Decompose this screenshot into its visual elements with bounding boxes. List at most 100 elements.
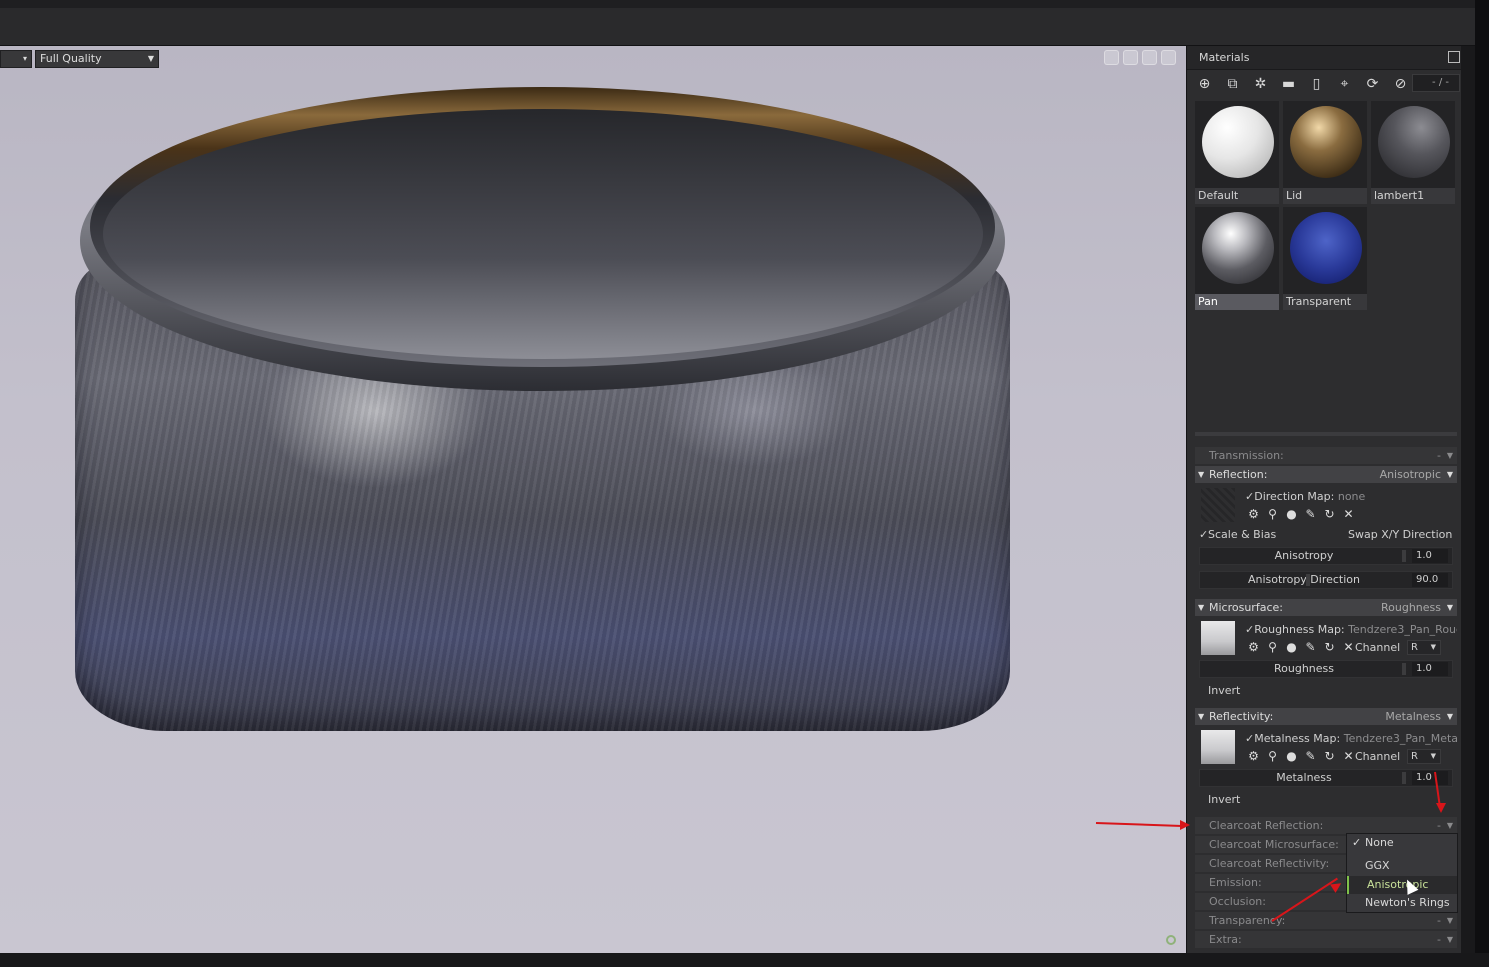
slider-value[interactable]: 90.0 [1412, 573, 1448, 587]
3d-viewport[interactable]: ▾ Full Quality ▼ [0, 46, 1186, 953]
channel-label: Channel [1355, 750, 1401, 763]
check-icon[interactable]: ✓ [1245, 490, 1254, 503]
scale-bias-checkbox[interactable]: ✓Scale & Bias [1199, 528, 1276, 541]
metalness-map-thumbnail[interactable] [1201, 730, 1235, 764]
swap-xy-checkbox[interactable]: Swap X/Y Direction [1339, 528, 1452, 541]
menu-item-none[interactable]: ✓ None [1347, 834, 1457, 852]
popout-icon[interactable] [1448, 51, 1460, 63]
panel-splitter[interactable] [1195, 432, 1457, 436]
expand-triangle-icon: ▼ [1198, 470, 1205, 479]
export-icon[interactable]: ⊘ [1391, 76, 1410, 92]
material-name: Transparent [1283, 294, 1367, 310]
transparency-section[interactable]: Transparency: - ▼ [1195, 912, 1457, 929]
pencil-icon[interactable]: ✎ [1304, 640, 1317, 654]
metalness-invert-checkbox[interactable]: Invert [1199, 793, 1240, 806]
anisotropy-slider[interactable]: Anisotropy 1.0 [1199, 547, 1453, 565]
slider-label: Metalness [1276, 771, 1332, 784]
duplicate-icon[interactable]: ⧉ [1223, 76, 1242, 92]
quality-dropdown[interactable]: Full Quality ▼ [35, 50, 159, 68]
eyedropper-icon[interactable]: ● [1285, 749, 1298, 763]
slider-handle[interactable] [1402, 550, 1406, 562]
clearcoat-reflection-section[interactable]: Clearcoat Reflection: - ▼ [1195, 817, 1457, 834]
pick-icon[interactable]: ⌖ [1335, 76, 1354, 92]
extra-section[interactable]: Extra: - ▼ [1195, 931, 1457, 948]
material-lid[interactable]: Lid [1283, 101, 1367, 204]
check-icon[interactable]: ✓ [1245, 732, 1254, 745]
section-value: Anisotropic [1379, 468, 1441, 481]
microsurface-section[interactable]: ▼ Microsurface: Roughness ▼ [1195, 599, 1457, 616]
roughness-slider[interactable]: Roughness 1.0 [1199, 660, 1453, 678]
eyedropper-icon[interactable]: ● [1285, 507, 1298, 521]
orientation-gizmo-icon[interactable] [1166, 935, 1176, 945]
transmission-section[interactable]: Transmission: - ▼ [1195, 447, 1457, 464]
menu-item-label: Newton's Rings [1365, 896, 1450, 909]
material-preview [1290, 106, 1362, 178]
merge-icon[interactable]: ✲ [1251, 76, 1270, 92]
anisotropy-direction-slider[interactable]: Anisotropy Direction 90.0 [1199, 571, 1453, 589]
reload-icon[interactable]: ↻ [1323, 640, 1336, 654]
gear-icon[interactable]: ⚙ [1247, 640, 1260, 654]
maximize-icon[interactable] [1161, 50, 1176, 65]
search-icon[interactable]: ⚲ [1266, 507, 1279, 521]
map-tools: ⚙ ⚲ ● ✎ ↻ ✕ [1247, 507, 1355, 521]
gear-icon[interactable]: ⚙ [1247, 749, 1260, 763]
panel-scrollbar[interactable] [1461, 46, 1475, 953]
roughness-channel-select[interactable]: R ▼ [1407, 640, 1441, 655]
metalness-map-label: ✓Metalness Map: Tendzere3_Pan_Metallic [1245, 732, 1457, 745]
refresh-icon[interactable]: ⟳ [1363, 76, 1382, 92]
menu-item-newtons-rings[interactable]: Newton's Rings [1347, 894, 1457, 912]
trash-icon[interactable]: ▯ [1307, 76, 1326, 92]
map-file: Tendzere3_Pan_Metallic [1343, 732, 1457, 745]
reload-icon[interactable]: ↻ [1323, 507, 1336, 521]
material-lambert1[interactable]: lambert1 [1371, 101, 1455, 204]
section-label: Clearcoat Reflection: [1209, 819, 1324, 832]
slider-handle[interactable] [1306, 574, 1310, 586]
menu-item-ggx[interactable]: GGX [1347, 857, 1457, 875]
section-value: - [1437, 933, 1441, 946]
roughness-map-thumbnail[interactable] [1201, 621, 1235, 655]
material-count: - / - [1412, 74, 1460, 92]
eyedropper-icon[interactable]: ● [1285, 640, 1298, 654]
pan-model[interactable] [75, 87, 1010, 731]
map-tools: ⚙ ⚲ ● ✎ ↻ ✕ [1247, 749, 1355, 763]
reflection-section[interactable]: ▼ Reflection: Anisotropic ▼ [1195, 466, 1457, 483]
close-icon[interactable]: ✕ [1342, 640, 1355, 654]
camera-icon[interactable] [1104, 50, 1119, 65]
slider-handle[interactable] [1402, 772, 1406, 784]
slider-value[interactable]: 1.0 [1412, 771, 1448, 785]
slider-value[interactable]: 1.0 [1412, 662, 1448, 676]
metalness-channel-select[interactable]: R ▼ [1407, 749, 1441, 764]
pencil-icon[interactable]: ✎ [1304, 749, 1317, 763]
reflectivity-section[interactable]: ▼ Reflectivity: Metalness ▼ [1195, 708, 1457, 725]
check-icon[interactable]: ✓ [1245, 623, 1254, 636]
menu-item-label: None [1365, 836, 1394, 849]
material-transparent[interactable]: Transparent [1283, 207, 1367, 310]
map-file: Tendzere3_Pan_Rough [1348, 623, 1457, 636]
slider-value[interactable]: 1.0 [1412, 549, 1448, 563]
pan-inner-rim [103, 109, 983, 359]
roughness-invert-checkbox[interactable]: Invert [1199, 684, 1240, 697]
viewport-mode-dropdown[interactable]: ▾ [0, 50, 32, 68]
material-name: lambert1 [1371, 188, 1455, 204]
folder-icon[interactable]: ▬ [1279, 76, 1298, 92]
slider-handle[interactable] [1402, 663, 1406, 675]
close-icon[interactable]: ✕ [1342, 749, 1355, 763]
clearcoat-reflection-menu: ✓ None GGX Anisotropic Newton's Rings [1346, 833, 1458, 913]
channel-value: R [1411, 642, 1418, 653]
roughness-map-label: ✓Roughness Map: Tendzere3_Pan_Rough [1245, 623, 1457, 636]
material-pan[interactable]: Pan [1195, 207, 1279, 310]
grid-icon[interactable] [1142, 50, 1157, 65]
gear-icon[interactable]: ⚙ [1247, 507, 1260, 521]
close-icon[interactable]: ✕ [1342, 507, 1355, 521]
add-icon[interactable]: ⊕ [1195, 76, 1214, 92]
material-default[interactable]: Default [1195, 101, 1279, 204]
roughness-map-row: ✓Roughness Map: Tendzere3_Pan_Rough ⚙ ⚲ … [1195, 621, 1457, 657]
eye-icon[interactable] [1123, 50, 1138, 65]
pencil-icon[interactable]: ✎ [1304, 507, 1317, 521]
menu-item-label: GGX [1365, 859, 1390, 872]
metalness-slider[interactable]: Metalness 1.0 [1199, 769, 1453, 787]
direction-map-thumbnail[interactable] [1201, 488, 1235, 522]
search-icon[interactable]: ⚲ [1266, 640, 1279, 654]
reload-icon[interactable]: ↻ [1323, 749, 1336, 763]
search-icon[interactable]: ⚲ [1266, 749, 1279, 763]
